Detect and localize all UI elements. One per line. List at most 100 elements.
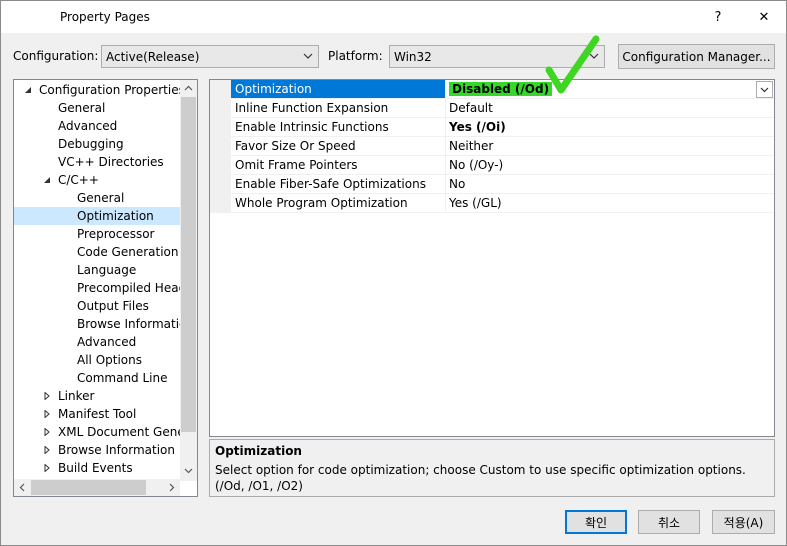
property-name: Optimization — [231, 80, 446, 98]
tree-item-label: Linker — [58, 389, 95, 403]
tree-item-label: General — [77, 191, 125, 205]
tree-item[interactable]: Linker — [14, 387, 180, 405]
description-panel: Optimization Select option for code opti… — [209, 439, 775, 497]
tree-item-label: All Options — [77, 353, 142, 367]
tree-horizontal-scrollbar[interactable] — [14, 479, 180, 496]
property-name: Favor Size Or Speed — [231, 137, 446, 155]
tree-item-label: Build Events — [58, 461, 133, 475]
tree-item[interactable]: Code Generation — [14, 243, 180, 261]
property-value: Neither — [449, 139, 494, 153]
configuration-label: Configuration: — [13, 49, 99, 63]
tree-item[interactable]: Preprocessor — [14, 225, 180, 243]
collapsed-arrow-icon[interactable] — [43, 446, 51, 454]
tree-item-label: Language — [77, 263, 137, 277]
tree-item[interactable]: Command Line — [14, 369, 180, 387]
property-value-cell[interactable]: Yes (/GL) — [446, 194, 774, 212]
tree-item-label: Browse Information — [58, 443, 175, 457]
tree-item[interactable]: Precompiled Heade — [14, 279, 194, 297]
property-row[interactable]: Inline Function Expansion Default — [210, 99, 774, 118]
tree-item[interactable]: Language — [14, 261, 180, 279]
tree-item-label: Preprocessor — [77, 227, 155, 241]
collapsed-arrow-icon[interactable] — [43, 428, 51, 436]
platform-value: Win32 — [394, 50, 432, 64]
property-value-cell[interactable]: No — [446, 175, 774, 193]
collapsed-arrow-icon[interactable] — [43, 464, 51, 472]
chevron-down-icon — [760, 87, 769, 93]
row-margin — [210, 99, 231, 117]
property-value-cell[interactable]: Neither — [446, 137, 774, 155]
scroll-down-icon[interactable] — [184, 466, 193, 475]
tree-item-label: Precompiled Heade — [77, 281, 194, 295]
tree-item[interactable]: All Options — [14, 351, 180, 369]
property-value: Yes (/GL) — [449, 196, 502, 210]
row-margin — [210, 118, 231, 136]
property-grid: Optimization Disabled (/Od) Inline Functio… — [209, 79, 775, 437]
property-row[interactable]: Whole Program Optimization Yes (/GL) — [210, 194, 774, 213]
tree-item[interactable]: General — [14, 99, 180, 117]
tree-item-label: Code Generation — [77, 245, 179, 259]
configuration-manager-button[interactable]: Configuration Manager... — [618, 44, 775, 69]
property-value: Yes (/Oi) — [449, 120, 506, 134]
description-text: Select option for code optimization; cho… — [215, 463, 746, 493]
configuration-dropdown[interactable]: Active(Release) — [101, 45, 319, 68]
tree-item[interactable]: Build Events — [14, 459, 180, 477]
chevron-down-icon — [303, 53, 313, 59]
property-name: Inline Function Expansion — [231, 99, 446, 117]
tree-item[interactable]: Optimization — [14, 207, 180, 225]
scroll-right-icon[interactable] — [167, 483, 176, 492]
tree-vertical-scrollbar[interactable] — [180, 80, 197, 481]
tree-item[interactable]: Browse Information — [14, 441, 180, 459]
tree-item[interactable]: General — [14, 189, 180, 207]
apply-button[interactable]: 적용(A) — [712, 510, 775, 534]
property-row[interactable]: Enable Intrinsic Functions Yes (/Oi) — [210, 118, 774, 137]
expanded-arrow-icon[interactable] — [24, 86, 32, 94]
property-pages-window: Property Pages ? ✕ Configuration: Active… — [0, 0, 787, 546]
property-value-cell[interactable]: Yes (/Oi) — [446, 118, 774, 136]
tree-item[interactable]: VC++ Directories — [14, 153, 180, 171]
tree-vertical-thumb[interactable] — [181, 97, 196, 432]
close-button[interactable]: ✕ — [744, 1, 784, 33]
property-name: Enable Fiber-Safe Optimizations — [231, 175, 446, 193]
property-value: Default — [449, 101, 493, 115]
help-button[interactable]: ? — [698, 1, 738, 33]
tree-item[interactable]: XML Document Genera — [14, 423, 197, 441]
value-dropdown-button[interactable] — [756, 81, 773, 98]
property-tree: Configuration Properties General Advanced D… — [13, 79, 198, 497]
scroll-left-icon[interactable] — [18, 483, 27, 492]
tree-item[interactable]: Advanced — [14, 333, 180, 351]
cancel-button[interactable]: 취소 — [638, 510, 700, 534]
collapsed-arrow-icon[interactable] — [43, 392, 51, 400]
property-value-cell[interactable]: No (/Oy-) — [446, 156, 774, 174]
property-row[interactable]: Optimization Disabled (/Od) — [210, 80, 774, 99]
tree-item-label: Command Line — [77, 371, 168, 385]
property-row[interactable]: Omit Frame Pointers No (/Oy-) — [210, 156, 774, 175]
tree-item[interactable]: C/C++ — [14, 171, 180, 189]
tree-item[interactable]: Debugging — [14, 135, 180, 153]
tree-item[interactable]: Configuration Properties — [14, 81, 185, 99]
property-row[interactable]: Enable Fiber-Safe Optimizations No — [210, 175, 774, 194]
tree-item[interactable]: Output Files — [14, 297, 180, 315]
tree-item[interactable]: Browse Information — [14, 315, 194, 333]
scroll-up-icon[interactable] — [184, 84, 193, 93]
property-value: No — [449, 177, 466, 191]
tree-item-label: Optimization — [77, 209, 154, 223]
tree-item[interactable]: Manifest Tool — [14, 405, 180, 423]
property-value-cell[interactable]: Default — [446, 99, 774, 117]
checkmark-icon — [545, 35, 600, 94]
property-name: Omit Frame Pointers — [231, 156, 446, 174]
tree-item-label: General — [58, 101, 106, 115]
property-value-cell[interactable]: Disabled (/Od) — [446, 80, 774, 98]
tree-horizontal-thumb[interactable] — [31, 480, 146, 495]
tree-item-label: Output Files — [77, 299, 149, 313]
tree-item[interactable]: Advanced — [14, 117, 180, 135]
ok-button[interactable]: 확인 — [565, 510, 627, 534]
tree-item-label: Advanced — [77, 335, 137, 349]
expanded-arrow-icon[interactable] — [43, 176, 51, 184]
tree-item-label: Configuration Properties — [39, 83, 185, 97]
tree-item-label: Manifest Tool — [58, 407, 137, 421]
property-row[interactable]: Favor Size Or Speed Neither — [210, 137, 774, 156]
window-title: Property Pages — [60, 10, 150, 24]
description-title: Optimization — [215, 444, 302, 458]
configuration-value: Active(Release) — [106, 50, 200, 64]
collapsed-arrow-icon[interactable] — [43, 410, 51, 418]
